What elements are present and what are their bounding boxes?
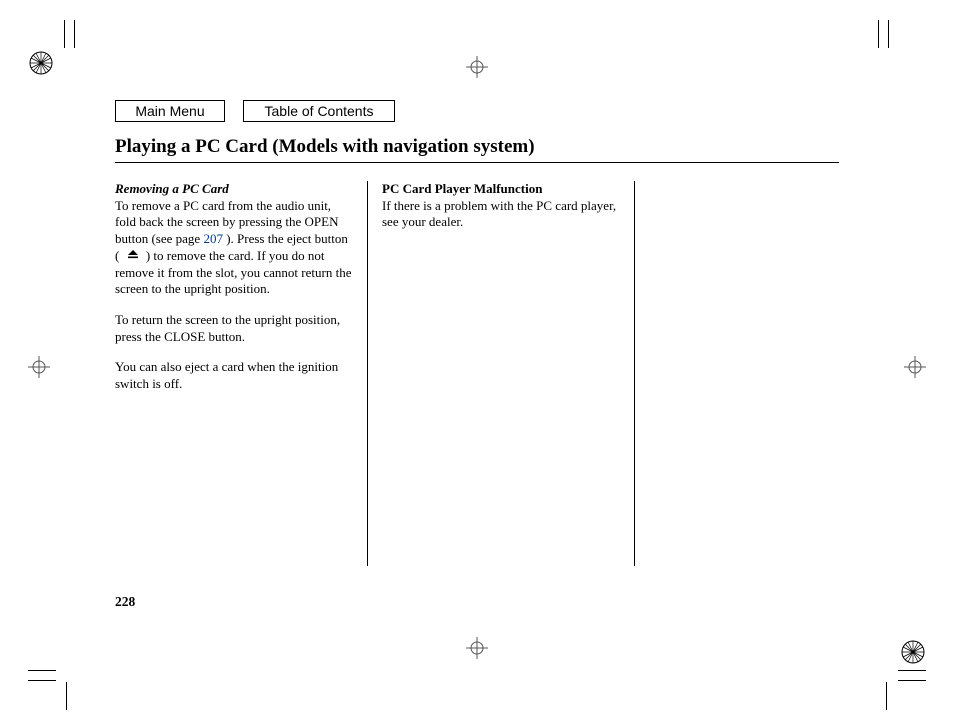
registration-mark-icon <box>466 56 488 83</box>
title-rule <box>115 162 839 163</box>
nav-row: Main Menu Table of Contents <box>115 100 839 122</box>
registration-mark-icon <box>904 356 926 383</box>
section-heading-malfunction: PC Card Player Malfunction <box>382 181 542 196</box>
page-number: 228 <box>115 594 135 610</box>
toc-button[interactable]: Table of Contents <box>243 100 395 122</box>
page-link-207[interactable]: 207 <box>203 231 223 246</box>
eject-icon <box>123 248 143 265</box>
column-2: PC Card Player Malfunction If there is a… <box>368 181 635 566</box>
body-text: If there is a problem with the PC card p… <box>382 198 616 230</box>
color-bar-icon <box>900 639 926 670</box>
section-heading-removing: Removing a PC Card <box>115 181 229 196</box>
column-1: Removing a PC Card To remove a PC card f… <box>115 181 368 566</box>
color-bar-icon <box>28 50 54 81</box>
registration-mark-icon <box>466 637 488 664</box>
page-content: Main Menu Table of Contents Playing a PC… <box>115 100 839 610</box>
page-title: Playing a PC Card (Models with navigatio… <box>115 136 839 158</box>
registration-mark-icon <box>28 356 50 383</box>
columns: Removing a PC Card To remove a PC card f… <box>115 181 839 566</box>
body-text: To return the screen to the upright posi… <box>115 312 353 345</box>
body-text: You can also eject a card when the ignit… <box>115 359 353 392</box>
body-text: ) to remove the card. If you do not remo… <box>115 248 351 297</box>
main-menu-button[interactable]: Main Menu <box>115 100 225 122</box>
